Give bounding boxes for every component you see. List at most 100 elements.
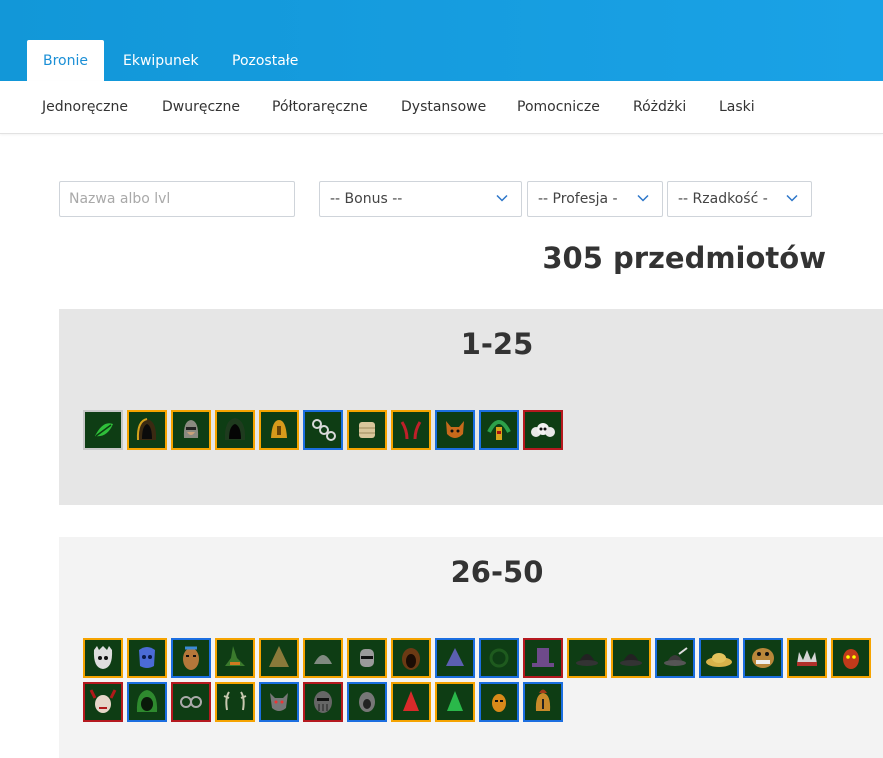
wrap-icon [359,422,375,438]
level-group-title: 1-25 [460,327,534,361]
item-slot[interactable] [523,638,563,678]
tribal-mask-icon [183,646,199,670]
item-slot[interactable] [347,410,387,450]
hood-icon [136,418,157,441]
profession-select-label: -- Profesja - [538,191,618,207]
bowler-hat-icon [576,654,598,666]
item-grid [83,410,883,454]
wolf-mask-icon [270,693,288,711]
item-slot[interactable] [259,638,299,678]
item-slot[interactable] [435,410,475,450]
item-slot[interactable] [435,638,475,678]
skull-crown-icon [531,423,555,437]
blue-mask-icon [139,647,155,668]
item-slot[interactable] [303,638,343,678]
item-slot[interactable] [171,682,211,722]
gold-mask-icon [492,694,506,712]
ring-icon [489,648,509,668]
brown-hood-icon [402,648,420,670]
cap-icon [314,655,332,664]
tab-2[interactable]: Pozostałe [216,40,314,81]
bonus-select[interactable]: -- Bonus -- [319,181,522,217]
subnav-item[interactable]: Laski [719,81,755,133]
item-slot[interactable] [171,638,211,678]
item-slot[interactable] [347,638,387,678]
straw-hat-icon [706,653,732,667]
bowler-hat-icon [620,654,642,666]
item-slot[interactable] [435,682,475,722]
monster-mask-icon [752,648,774,668]
subnav-item[interactable]: Różdżki [633,81,686,133]
item-slot[interactable] [831,638,871,678]
search-input[interactable] [59,181,295,217]
tab-0[interactable]: Bronie [27,40,104,81]
subnav-item[interactable]: Pomocnicze [517,81,600,133]
item-slot[interactable] [303,410,343,450]
item-slot[interactable] [391,410,431,450]
item-slot[interactable] [259,410,299,450]
item-slot[interactable] [523,410,563,450]
item-count: 305 przedmiotów [542,241,826,275]
item-slot[interactable] [83,638,123,678]
egg-helmet-icon [359,692,375,712]
item-slot[interactable] [391,682,431,722]
knight-helmet-icon [360,649,374,667]
chevron-down-icon [637,194,649,202]
item-slot[interactable] [391,638,431,678]
weapon-subnav: Jednoręczne Dwuręczne Półtoraręczne Dystans… [0,81,883,134]
top-navbar: Bronie Ekwipunek Pozostałe [0,0,883,81]
horned-mask-icon [89,689,117,713]
item-slot[interactable] [567,638,607,678]
witch-hat-icon [225,646,245,666]
item-slot[interactable] [479,410,519,450]
blue-hat-icon [446,648,464,666]
subnav-item[interactable]: Jednoręczne [42,81,128,133]
top-hat-icon [532,648,554,667]
level-group: 26-50 [59,537,883,758]
item-slot[interactable] [127,638,167,678]
item-slot[interactable] [743,638,783,678]
item-slot[interactable] [479,682,519,722]
feather-headdress-icon [487,420,511,440]
item-slot[interactable] [215,682,255,722]
green-leaf-icon [95,423,113,437]
tab-1[interactable]: Ekwipunek [107,40,215,81]
item-slot[interactable] [787,638,827,678]
rarity-select[interactable]: -- Rzadkość - [667,181,812,217]
item-slot[interactable] [171,410,211,450]
item-slot[interactable] [523,682,563,722]
fox-mask-icon [446,421,464,438]
subnav-item[interactable]: Półtoraręczne [272,81,368,133]
green-hat-icon [447,691,463,711]
item-slot[interactable] [611,638,651,678]
item-slot[interactable] [699,638,739,678]
profession-select[interactable]: -- Profesja - [527,181,663,217]
horns-icon [400,421,422,440]
item-slot[interactable] [655,638,695,678]
chevron-down-icon [496,194,508,202]
bonus-select-label: -- Bonus -- [330,191,403,207]
chevron-down-icon [786,194,798,202]
subnav-item[interactable]: Dwuręczne [162,81,240,133]
skull-helmet-icon [93,646,113,669]
dark-hood-icon [224,418,246,440]
pointed-hat-icon [269,646,289,667]
item-slot[interactable] [215,410,255,450]
goggles-icon [180,696,202,708]
level-group-title: 26-50 [450,555,544,589]
item-slot[interactable] [83,410,123,450]
item-slot[interactable] [479,638,519,678]
chain-icon [312,419,336,441]
red-hat-icon [403,691,419,711]
item-slot[interactable] [127,410,167,450]
item-slot[interactable] [215,638,255,678]
demon-mask-icon [843,649,859,669]
green-hood-icon [136,690,158,712]
subnav-item[interactable]: Dystansowe [401,81,486,133]
bell-helmet-icon [271,420,287,438]
item-slot[interactable] [303,682,343,722]
item-slot[interactable] [83,682,123,722]
item-slot[interactable] [347,682,387,722]
item-slot[interactable] [127,682,167,722]
item-slot[interactable] [259,682,299,722]
